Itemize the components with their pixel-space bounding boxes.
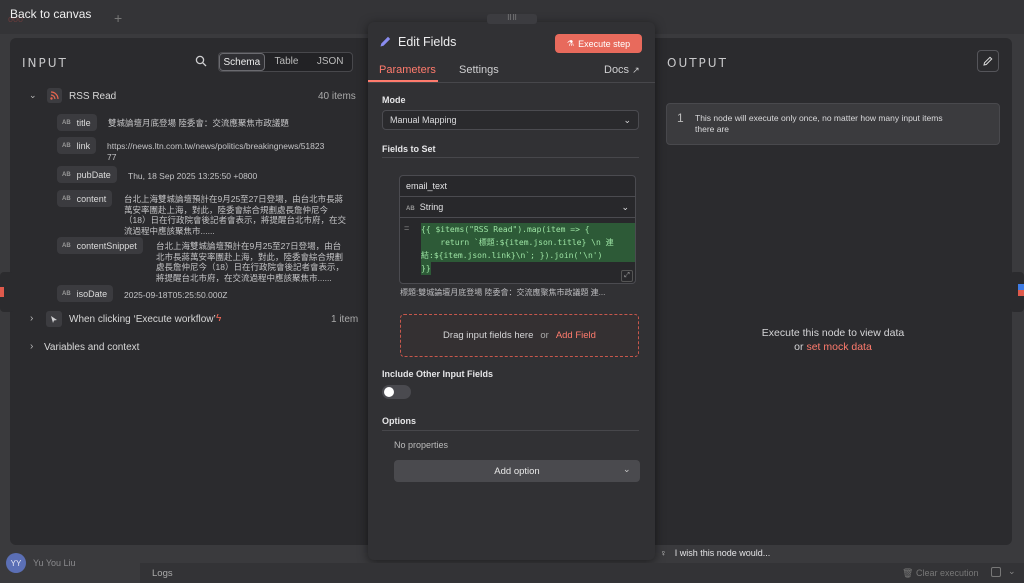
user-name: Yu You Liu xyxy=(33,558,76,568)
schema-field-pubdate[interactable]: AB pubDate xyxy=(57,166,117,183)
field-value: https://news.ltn.com.tw/news/politics/br… xyxy=(107,141,325,162)
divider xyxy=(382,430,639,431)
search-icon[interactable] xyxy=(195,55,207,70)
string-type-icon: AB xyxy=(62,142,71,149)
tab-settings[interactable]: Settings xyxy=(459,64,499,76)
include-label: Include Other Input Fields xyxy=(382,369,494,379)
schema-field-contentsnippet[interactable]: AB contentSnippet xyxy=(57,237,143,254)
include-other-fields-toggle[interactable] xyxy=(382,385,411,399)
chevron-down-icon: ⌄ xyxy=(621,201,629,212)
notice-number: 1 xyxy=(677,111,684,125)
avatar[interactable]: YY xyxy=(6,553,26,573)
drop-fields-zone[interactable]: Drag input fields here or Add Field xyxy=(400,314,639,357)
field-value: 台北上海雙城論壇預計在9月25至27日登場，由台 北市長蔣萬安率團赴上海，對此，… xyxy=(156,241,344,283)
expression-editor[interactable]: {{ $items("RSS Read").map(item => { retu… xyxy=(421,223,635,281)
pencil-icon xyxy=(983,56,993,66)
logs-bar xyxy=(140,563,1024,583)
json-tab[interactable]: JSON xyxy=(308,53,352,71)
field-value: 雙城論壇月底登場 陸委會：交流應聚焦市政議題 xyxy=(108,118,289,128)
rss-node-name: RSS Read xyxy=(69,91,117,102)
feedback-prompt[interactable]: ♀ I wish this node would... xyxy=(660,545,960,560)
clear-execution-button[interactable]: 🗑 Clear execution xyxy=(902,568,979,579)
input-title: INPUT xyxy=(22,56,68,70)
trigger-node-name: When clicking ‘Execute workflow’ xyxy=(69,314,216,325)
rss-icon xyxy=(47,88,62,103)
rss-item-count: 40 items xyxy=(318,91,356,102)
string-type-icon: AB xyxy=(62,242,71,249)
docs-link[interactable]: Docs ↗ xyxy=(604,64,640,76)
divider xyxy=(399,217,636,218)
chevron-right-icon[interactable]: › xyxy=(30,313,33,324)
field-name-input[interactable]: email_text xyxy=(406,181,447,191)
lightbulb-icon: ♀ xyxy=(660,547,667,558)
schema-field-content[interactable]: AB content xyxy=(57,190,113,207)
logs-toggle[interactable]: Logs xyxy=(152,568,173,579)
set-mock-data-link[interactable]: set mock data xyxy=(806,341,871,353)
view-mode-switch: Schema Table JSON xyxy=(218,52,353,72)
field-value: 台北上海雙城論壇預計在9月25至27日登場，由台北市長蔣 萬安率團赴上海，對此，… xyxy=(124,194,346,236)
next-node-indicator-icon xyxy=(1018,284,1024,296)
tab-parameters[interactable]: Parameters xyxy=(379,64,436,76)
chevron-down-icon: ⌄ xyxy=(623,114,631,125)
field-type-select[interactable]: AB String ⌄ xyxy=(400,197,635,217)
expand-editor-icon[interactable]: ⤢ xyxy=(621,270,633,282)
maximize-icon[interactable] xyxy=(991,567,1001,577)
expression-preview: 標題:雙城論壇月底登場 陸委會：交流應聚焦市政議題 連... xyxy=(400,288,606,297)
add-tab-icon: + xyxy=(114,10,123,26)
no-properties-text: No properties xyxy=(394,440,449,450)
string-type-icon: AB xyxy=(62,290,71,297)
execute-step-button[interactable]: ⚗ Execute step xyxy=(555,34,642,53)
drag-handle-icon[interactable]: ⠿⠿ xyxy=(487,14,537,24)
output-title: OUTPUT xyxy=(667,56,728,70)
schema-field-isodate[interactable]: AB isoDate xyxy=(57,285,114,302)
table-tab[interactable]: Table xyxy=(265,53,309,71)
trash-icon: 🗑 xyxy=(902,568,914,578)
chevron-down-icon: ⌄ xyxy=(623,464,631,474)
add-field-link[interactable]: Add Field xyxy=(556,330,596,341)
schema-field-link[interactable]: AB link xyxy=(57,137,97,154)
string-type-icon: AB xyxy=(406,206,415,212)
prev-node-indicator-icon xyxy=(0,287,4,297)
add-option-button[interactable]: Add option xyxy=(394,460,640,482)
lightning-icon: ϟ xyxy=(216,313,222,324)
schema-field-title[interactable]: AB title xyxy=(57,114,97,131)
flask-icon: ⚗ xyxy=(566,39,575,48)
field-value: Thu, 18 Sep 2025 13:25:50 +0800 xyxy=(128,171,258,181)
notice-text: This node will execute only once, no mat… xyxy=(695,113,943,134)
options-label: Options xyxy=(382,416,416,426)
back-to-canvas-link[interactable]: Back to canvas xyxy=(10,7,91,21)
field-value: 2025-09-18T05:25:50.000Z xyxy=(124,290,228,300)
pencil-icon xyxy=(379,35,392,51)
fields-to-set-label: Fields to Set xyxy=(382,144,436,154)
execute-hint: Execute this node to view data or set mo… xyxy=(761,327,905,353)
node-title[interactable]: Edit Fields xyxy=(398,35,456,49)
chevron-down-icon[interactable]: ⌄ xyxy=(1008,566,1016,577)
edit-output-button[interactable] xyxy=(977,50,999,72)
trigger-item-count: 1 item xyxy=(331,314,359,325)
mode-label: Mode xyxy=(382,95,406,105)
schema-tab[interactable]: Schema xyxy=(219,53,265,71)
string-type-icon: AB xyxy=(62,195,71,202)
equals-icon: = xyxy=(404,223,410,233)
mode-select[interactable]: Manual Mapping ⌄ xyxy=(382,110,639,130)
cursor-icon xyxy=(46,311,62,327)
external-link-icon: ↗ xyxy=(632,65,640,75)
chevron-right-icon[interactable]: › xyxy=(30,341,33,352)
chevron-down-icon[interactable]: ⌄ xyxy=(29,90,37,101)
string-type-icon: AB xyxy=(62,119,71,126)
divider xyxy=(382,157,639,158)
tab-divider xyxy=(368,82,655,83)
variables-context-toggle[interactable]: Variables and context xyxy=(44,342,139,353)
string-type-icon: AB xyxy=(62,171,71,178)
